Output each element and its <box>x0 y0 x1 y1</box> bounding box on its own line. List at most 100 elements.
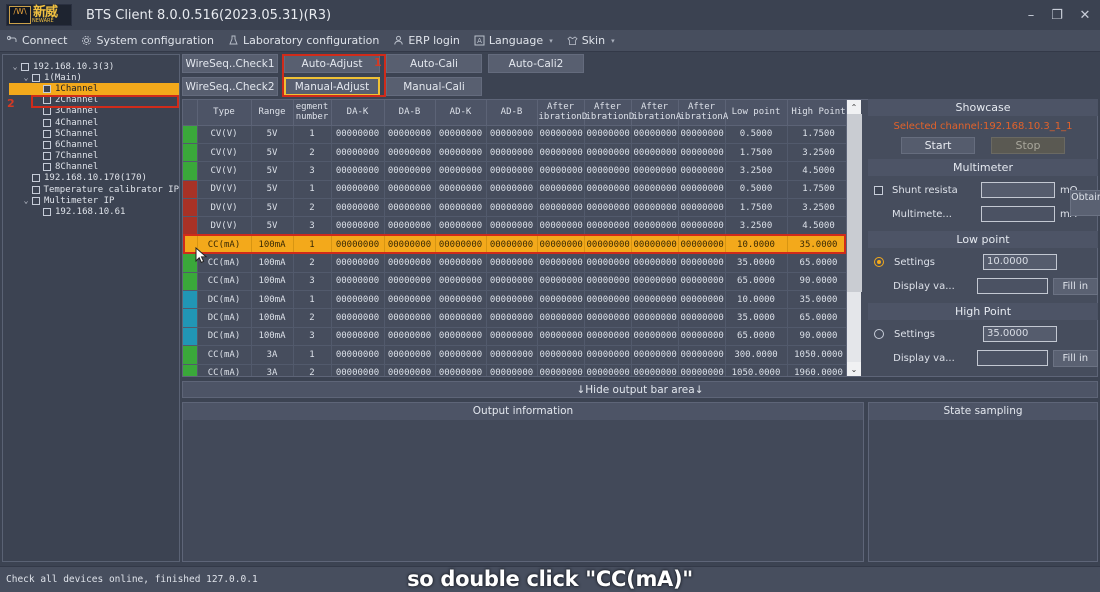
table-row[interactable]: DC(mA) 100mA 2 00000000 00000000 00000000 0000… <box>183 308 846 328</box>
table-row[interactable]: DV(V) 5V 1 00000000 00000000 00000000 00000000… <box>183 180 846 200</box>
tree-item-192-168-10-3-3[interactable]: ⌄ 192.168.10.3(3) <box>9 61 179 72</box>
table-cell-a1[interactable]: 00000000 <box>537 345 585 365</box>
chevron-down-icon[interactable]: ▾ <box>549 37 553 45</box>
table-cell-type[interactable]: CV(V) <box>197 161 252 181</box>
table-cell-range[interactable]: 3A <box>251 364 294 376</box>
close-icon[interactable]: ✕ <box>1070 0 1100 30</box>
table-cell-a2[interactable]: 00000000 <box>584 345 632 365</box>
table-cell-adb[interactable]: 00000000 <box>486 143 538 163</box>
table-cell-a2[interactable]: 00000000 <box>584 308 632 328</box>
table-cell-dak[interactable]: 00000000 <box>331 364 385 376</box>
chevron-down-icon-skin[interactable]: ▾ <box>611 37 615 45</box>
table-cell-adb[interactable]: 00000000 <box>486 308 538 328</box>
table-cell-a2[interactable]: 00000000 <box>584 364 632 376</box>
table-cell-adb[interactable]: 00000000 <box>486 364 538 376</box>
table-cell-a4[interactable]: 00000000 <box>678 364 726 376</box>
table-cell-adk[interactable]: 00000000 <box>435 125 487 144</box>
table-cell-low[interactable]: 35.0000 <box>725 253 788 273</box>
output-information-panel[interactable]: Output information <box>182 402 864 562</box>
table-cell-low[interactable]: 1.7500 <box>725 143 788 163</box>
tree-item-1channel[interactable]: 1Channel <box>9 83 179 95</box>
tree-item-1-main[interactable]: ⌄ 1(Main) <box>9 72 179 83</box>
menu-item-connect[interactable]: Connect <box>0 30 74 52</box>
table-cell-adk[interactable]: 00000000 <box>435 327 487 347</box>
table-cell-a3[interactable]: 00000000 <box>631 364 679 376</box>
table-cell-low[interactable]: 3.2500 <box>725 161 788 181</box>
table-cell-type[interactable]: CC(mA) <box>197 345 252 365</box>
table-cell-a1[interactable]: 00000000 <box>537 180 585 200</box>
table-cell-range[interactable]: 100mA <box>251 272 294 292</box>
table-cell-seg[interactable]: 3 <box>293 327 332 347</box>
table-cell-a3[interactable]: 00000000 <box>631 235 679 255</box>
table-row[interactable]: CC(mA) 100mA 1 00000000 00000000 00000000 0000… <box>183 235 846 255</box>
tab-wireseq-check1[interactable]: WireSeq..Check1 <box>182 54 278 73</box>
table-header-cell[interactable]: DA-B <box>384 100 436 126</box>
table-cell-range[interactable]: 5V <box>251 180 294 200</box>
tree-item-192-168-10-170-170[interactable]: 192.168.10.170(170) <box>9 173 179 184</box>
table-cell-dab[interactable]: 00000000 <box>384 161 436 181</box>
table-cell-dab[interactable]: 00000000 <box>384 364 436 376</box>
table-cell-dak[interactable]: 00000000 <box>331 327 385 347</box>
table-cell-low[interactable]: 0.5000 <box>725 125 788 144</box>
table-cell-a2[interactable]: 00000000 <box>584 180 632 200</box>
table-cell-a1[interactable]: 00000000 <box>537 198 585 218</box>
low-point-display-input[interactable] <box>977 278 1048 294</box>
table-cell-a1[interactable]: 00000000 <box>537 235 585 255</box>
device-tree[interactable]: ⌄ 192.168.10.3(3) ⌄ 1(Main) 1Channel 2Channel… <box>3 55 179 218</box>
table-cell-dab[interactable]: 00000000 <box>384 272 436 292</box>
table-cell-low[interactable]: 35.0000 <box>725 308 788 328</box>
tree-item-multimeter-ip[interactable]: ⌄ Multimeter IP <box>9 195 179 206</box>
table-cell-a3[interactable]: 00000000 <box>631 180 679 200</box>
table-cell-range[interactable]: 100mA <box>251 290 294 310</box>
tree-expander-icon[interactable]: ⌄ <box>20 196 32 205</box>
table-row[interactable]: DV(V) 5V 3 00000000 00000000 00000000 00000000… <box>183 216 846 236</box>
tree-item-4channel[interactable]: 4Channel <box>9 117 179 128</box>
high-point-settings-radio[interactable] <box>874 329 884 339</box>
table-cell-a4[interactable]: 00000000 <box>678 198 726 218</box>
table-cell-type[interactable]: DV(V) <box>197 198 252 218</box>
table-cell-type[interactable]: CV(V) <box>197 125 252 144</box>
table-cell-dak[interactable]: 00000000 <box>331 125 385 144</box>
shunt-resistance-input[interactable] <box>981 182 1055 198</box>
table-cell-seg[interactable]: 2 <box>293 308 332 328</box>
table-cell-a3[interactable]: 00000000 <box>631 125 679 144</box>
table-cell-dak[interactable]: 00000000 <box>331 216 385 236</box>
table-cell-adk[interactable]: 00000000 <box>435 161 487 181</box>
table-cell-adk[interactable]: 00000000 <box>435 345 487 365</box>
menu-item-language[interactable]: A Language ▾ <box>467 30 560 52</box>
table-cell-low[interactable]: 1050.0000 <box>725 364 788 376</box>
table-cell-seg[interactable]: 3 <box>293 216 332 236</box>
tree-item-checkbox[interactable] <box>32 174 40 183</box>
table-cell-adb[interactable]: 00000000 <box>486 345 538 365</box>
table-cell-seg[interactable]: 3 <box>293 161 332 181</box>
table-cell-adk[interactable]: 00000000 <box>435 308 487 328</box>
table-row[interactable]: CC(mA) 3A 1 00000000 00000000 00000000 0000000… <box>183 345 846 365</box>
tree-item-checkbox[interactable] <box>43 208 51 217</box>
table-cell-range[interactable]: 5V <box>251 198 294 218</box>
table-cell-a4[interactable]: 00000000 <box>678 327 726 347</box>
table-cell-adk[interactable]: 00000000 <box>435 198 487 218</box>
low-point-settings-input[interactable]: 10.0000 <box>983 254 1057 270</box>
table-header-cell[interactable]: Type <box>197 100 252 126</box>
hide-output-bar-button[interactable]: ↓Hide output bar area↓ <box>182 381 1098 398</box>
table-cell-dab[interactable]: 00000000 <box>384 308 436 328</box>
table-cell-low[interactable]: 65.0000 <box>725 327 788 347</box>
table-cell-a2[interactable]: 00000000 <box>584 272 632 292</box>
table-cell-low[interactable]: 1.7500 <box>725 198 788 218</box>
table-cell-a2[interactable]: 00000000 <box>584 198 632 218</box>
table-cell-adb[interactable]: 00000000 <box>486 272 538 292</box>
table-cell-dab[interactable]: 00000000 <box>384 253 436 273</box>
table-cell-adb[interactable]: 00000000 <box>486 125 538 144</box>
table-cell-a1[interactable]: 00000000 <box>537 143 585 163</box>
table-cell-a1[interactable]: 00000000 <box>537 161 585 181</box>
table-cell-adb[interactable]: 00000000 <box>486 161 538 181</box>
table-cell-a4[interactable]: 00000000 <box>678 180 726 200</box>
low-point-settings-radio[interactable] <box>874 257 884 267</box>
table-cell-seg[interactable]: 2 <box>293 253 332 273</box>
table-cell-a4[interactable]: 00000000 <box>678 235 726 255</box>
table-cell-high[interactable]: 4.5000 <box>787 216 846 236</box>
table-cell-low[interactable]: 300.0000 <box>725 345 788 365</box>
high-point-display-input[interactable] <box>977 350 1048 366</box>
table-cell-seg[interactable]: 1 <box>293 180 332 200</box>
table-cell-a2[interactable]: 00000000 <box>584 253 632 273</box>
